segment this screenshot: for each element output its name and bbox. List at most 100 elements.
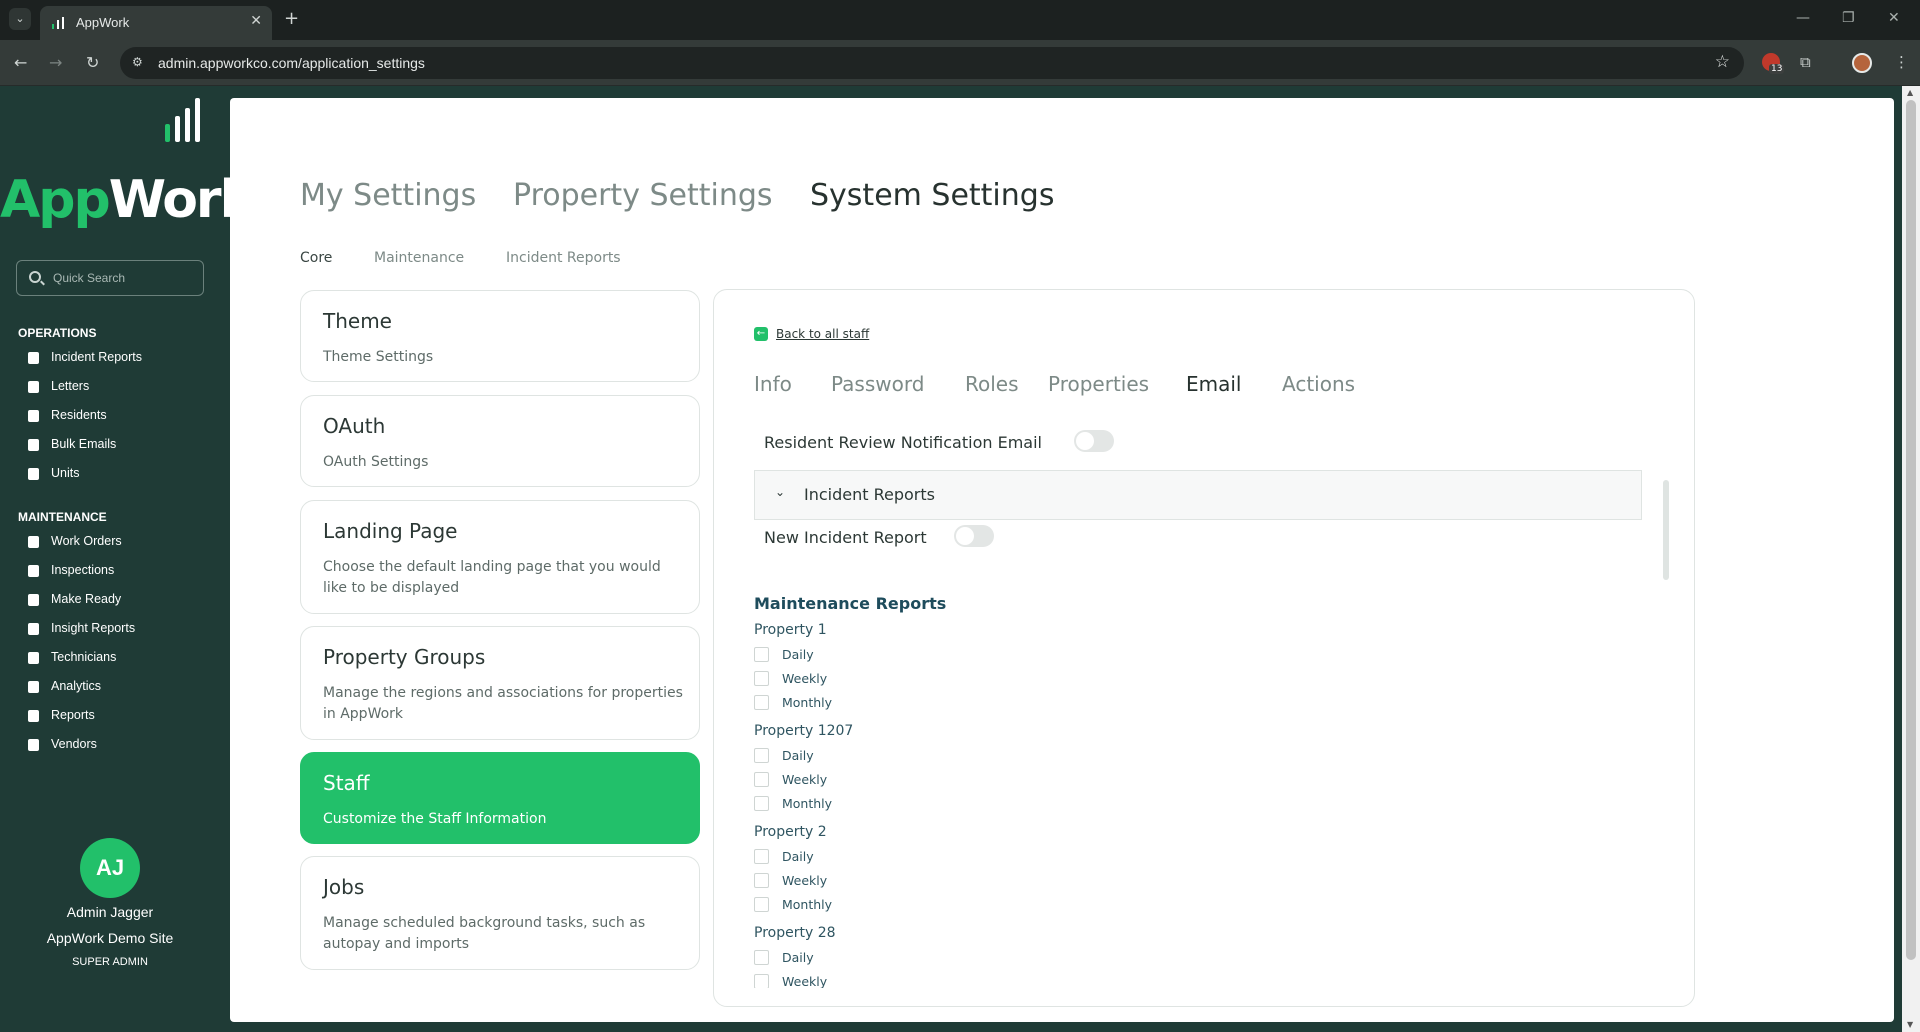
- appwork-logo[interactable]: AppWork: [0, 98, 254, 232]
- person-icon: [28, 739, 39, 751]
- quick-search-placeholder: Quick Search: [53, 271, 126, 285]
- address-bar[interactable]: ⚙ admin.appworkco.com/application_settin…: [120, 47, 1744, 79]
- search-icon: [29, 271, 41, 283]
- resident-review-toggle-row: Resident Review Notification Email: [764, 430, 1124, 458]
- page-scrollbar-thumb[interactable]: [1906, 100, 1916, 960]
- user-site: AppWork Demo Site: [46, 930, 174, 946]
- staff-detail-panel: ← Back to all staff Info Password Roles …: [713, 289, 1695, 1007]
- resident-review-toggle[interactable]: [1074, 430, 1114, 452]
- extensions-puzzle-icon[interactable]: ⧉: [1800, 53, 1811, 71]
- close-tab-icon[interactable]: ✕: [250, 13, 262, 29]
- tab-actions[interactable]: Actions: [1282, 372, 1355, 396]
- checkbox-label: Daily: [782, 950, 814, 965]
- tab-my-settings[interactable]: My Settings: [300, 178, 476, 213]
- sidebar-item-label: Insight Reports: [51, 621, 136, 635]
- checkbox[interactable]: [754, 695, 769, 710]
- scroll-up-icon[interactable]: ▲: [1907, 88, 1913, 97]
- checkbox[interactable]: [754, 950, 769, 965]
- scroll-down-icon[interactable]: ▼: [1907, 1020, 1913, 1029]
- checkbox[interactable]: [754, 772, 769, 787]
- card-title: Landing Page: [323, 519, 458, 543]
- minimize-icon[interactable]: —: [1796, 10, 1810, 26]
- url-text[interactable]: admin.appworkco.com/application_settings: [158, 55, 425, 71]
- back-arrow-icon[interactable]: ←: [754, 327, 768, 341]
- quick-search-input[interactable]: Quick Search: [16, 260, 204, 296]
- document-icon: [28, 565, 39, 577]
- sidebar-item-label: Technicians: [51, 650, 117, 664]
- browser-tab-strip: ⌄ AppWork ✕ + — ❐ ✕: [0, 0, 1920, 40]
- window-close-icon[interactable]: ✕: [1888, 10, 1900, 26]
- user-role: SUPER ADMIN: [72, 956, 148, 968]
- tab-system-settings[interactable]: System Settings: [810, 178, 1054, 213]
- checkbox[interactable]: [754, 796, 769, 811]
- card-title: Property Groups: [323, 645, 486, 669]
- checkbox[interactable]: [754, 897, 769, 912]
- maintenance-heading: MAINTENANCE: [18, 510, 107, 524]
- subtab-core[interactable]: Core: [300, 250, 332, 266]
- settings-card-oauth[interactable]: OAuth OAuth Settings: [300, 395, 700, 487]
- new-tab-icon[interactable]: +: [284, 8, 299, 29]
- checkbox[interactable]: [754, 974, 769, 988]
- settings-card-landing-page[interactable]: Landing Page Choose the default landing …: [300, 500, 700, 614]
- chart-icon: [28, 681, 39, 693]
- tab-password[interactable]: Password: [831, 372, 924, 396]
- checkbox[interactable]: [754, 647, 769, 662]
- tab-property-settings[interactable]: Property Settings: [513, 178, 773, 213]
- card-title: OAuth: [323, 414, 386, 438]
- checkbox[interactable]: [754, 873, 769, 888]
- site-info-icon[interactable]: ⚙: [132, 55, 148, 71]
- card-description: Theme Settings: [323, 349, 434, 365]
- settings-card-jobs[interactable]: Jobs Manage scheduled background tasks, …: [300, 856, 700, 970]
- accordion-title: Incident Reports: [804, 485, 935, 504]
- tab-roles[interactable]: Roles: [965, 372, 1019, 396]
- tab-search-chevron-icon[interactable]: ⌄: [9, 8, 31, 30]
- checkbox[interactable]: [754, 748, 769, 763]
- sidebar-item-label: Residents: [51, 408, 107, 422]
- card-description: Customize the Staff Information: [323, 811, 547, 827]
- chevron-down-icon: ⌄: [775, 485, 786, 499]
- new-incident-toggle[interactable]: [954, 525, 994, 547]
- reload-icon[interactable]: ↻: [86, 53, 99, 72]
- settings-card-property-groups[interactable]: Property Groups Manage the regions and a…: [300, 626, 700, 740]
- subtab-incident-reports[interactable]: Incident Reports: [506, 250, 621, 266]
- settings-card-theme[interactable]: Theme Theme Settings: [300, 290, 700, 382]
- bookmark-star-icon[interactable]: ☆: [1715, 52, 1730, 72]
- logo-wordmark: AppWork: [0, 170, 254, 230]
- resident-review-label: Resident Review Notification Email: [764, 433, 1042, 452]
- extension-badge-count: 13: [1769, 64, 1785, 74]
- profile-avatar-icon[interactable]: [1852, 53, 1872, 73]
- card-title: Jobs: [323, 875, 365, 899]
- people-icon: [28, 410, 39, 422]
- property-name: Property 2: [754, 824, 827, 840]
- checkbox-label: Daily: [782, 748, 814, 763]
- browser-tab[interactable]: AppWork ✕: [40, 6, 272, 40]
- inner-scrollbar-thumb[interactable]: [1663, 480, 1669, 580]
- settings-card-staff[interactable]: Staff Customize the Staff Information: [300, 752, 700, 844]
- restore-icon[interactable]: ❐: [1842, 10, 1855, 26]
- checkbox-label: Weekly: [782, 974, 828, 988]
- tab-email[interactable]: Email: [1186, 372, 1242, 396]
- checkbox-label: Monthly: [782, 796, 833, 811]
- user-avatar[interactable]: AJ: [80, 838, 140, 898]
- card-title: Theme: [323, 309, 392, 333]
- checkbox-label: Daily: [782, 849, 814, 864]
- incident-reports-accordion[interactable]: ⌄ Incident Reports: [754, 470, 1642, 520]
- checkbox-label: Monthly: [782, 695, 833, 710]
- sidebar-item-label: Vendors: [51, 737, 97, 751]
- page-scrollbar[interactable]: ▲ ▼: [1902, 86, 1920, 1032]
- tab-properties[interactable]: Properties: [1048, 372, 1149, 396]
- menu-kebab-icon[interactable]: ⋮: [1894, 53, 1909, 71]
- forward-arrow-icon[interactable]: →: [49, 53, 62, 72]
- back-arrow-icon[interactable]: ←: [14, 53, 27, 72]
- document-icon: [28, 710, 39, 722]
- checkbox[interactable]: [754, 671, 769, 686]
- card-description: Choose the default landing page that you…: [323, 559, 661, 596]
- maintenance-reports-heading: Maintenance Reports: [754, 594, 947, 613]
- subtab-maintenance[interactable]: Maintenance: [374, 250, 464, 266]
- new-incident-label: New Incident Report: [764, 528, 927, 547]
- email-settings-scroll-area[interactable]: Resident Review Notification Email ⌄ Inc…: [754, 418, 1674, 988]
- back-to-all-staff-link[interactable]: Back to all staff: [776, 327, 869, 341]
- checkbox[interactable]: [754, 849, 769, 864]
- tab-info[interactable]: Info: [754, 372, 792, 396]
- browser-tab-title: AppWork: [76, 15, 130, 30]
